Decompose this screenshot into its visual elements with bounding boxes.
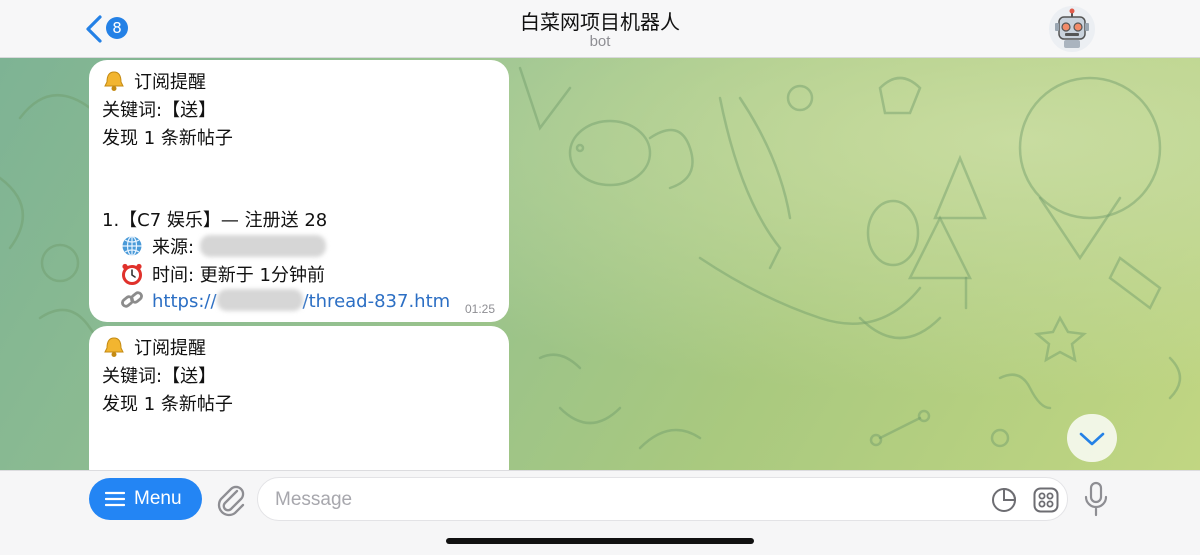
bot-menu-button[interactable]: Menu — [89, 478, 202, 520]
message-bubble[interactable]: 订阅提醒 关键词:【送】 发现 1 条新帖子 — [89, 326, 509, 470]
microphone-button[interactable] — [1082, 479, 1110, 519]
command-grid-icon — [1033, 487, 1059, 513]
chat-title[interactable]: 白菜网项目机器人 — [0, 6, 1200, 35]
chevron-down-icon — [1079, 432, 1105, 446]
source-label: 来源: — [152, 237, 200, 258]
chat-subtitle: bot — [589, 33, 611, 50]
paperclip-icon — [217, 485, 245, 517]
microphone-icon — [1084, 481, 1108, 517]
message-input[interactable] — [273, 486, 977, 514]
message-title-line: 订阅提醒 — [102, 68, 206, 94]
item-title: 1.【C7 娱乐】— 注册送 28 — [102, 210, 328, 231]
sticker-button[interactable] — [991, 487, 1017, 513]
message-bubble[interactable]: 订阅提醒 关键词:【送】 发现 1 条新帖子 1.【C7 娱乐】— 注册送 28… — [89, 60, 509, 322]
source-line: 来源: — [120, 233, 326, 259]
bot-commands-button[interactable] — [1033, 487, 1059, 513]
time-label: 时间: 更新于 1分钟前 — [152, 265, 325, 286]
message-title-line: 订阅提醒 — [102, 334, 206, 360]
message-timestamp: 01:25 — [464, 302, 495, 316]
chat-area[interactable]: 订阅提醒 关键词:【送】 发现 1 条新帖子 1.【C7 娱乐】— 注册送 28… — [0, 58, 1200, 470]
menu-icon — [105, 491, 125, 507]
menu-label: Menu — [134, 488, 182, 509]
bot-avatar[interactable] — [1049, 6, 1095, 52]
redacted-source — [199, 235, 326, 257]
link-suffix: /thread-837.htm — [302, 291, 451, 312]
home-indicator — [446, 538, 754, 544]
time-line: 时间: 更新于 1分钟前 — [120, 261, 325, 287]
found-line: 发现 1 条新帖子 — [102, 394, 233, 415]
message-title: 订阅提醒 — [134, 72, 206, 93]
message-title: 订阅提醒 — [134, 338, 206, 359]
alarm-clock-icon — [120, 263, 144, 285]
scroll-down-button[interactable] — [1067, 414, 1117, 462]
keyword-line: 关键词:【送】 — [102, 100, 217, 121]
robot-avatar-icon — [1055, 8, 1089, 48]
composer-bar: Menu — [0, 470, 1200, 555]
bell-icon — [102, 70, 126, 92]
message-input-container — [257, 477, 1068, 521]
found-line: 发现 1 条新帖子 — [102, 128, 233, 149]
chat-header: 8 白菜网项目机器人 bot — [0, 0, 1200, 58]
globe-icon — [120, 235, 144, 257]
post-link[interactable]: https:// /thread-837.htm — [152, 289, 451, 312]
keyword-line: 关键词:【送】 — [102, 366, 217, 387]
redacted-domain — [216, 289, 303, 311]
bell-icon — [102, 336, 126, 358]
sticker-icon — [992, 487, 1017, 512]
link-prefix: https:// — [152, 291, 217, 312]
link-line: https:// /thread-837.htm — [120, 289, 450, 312]
link-icon — [120, 289, 144, 311]
attach-button[interactable] — [213, 481, 247, 517]
